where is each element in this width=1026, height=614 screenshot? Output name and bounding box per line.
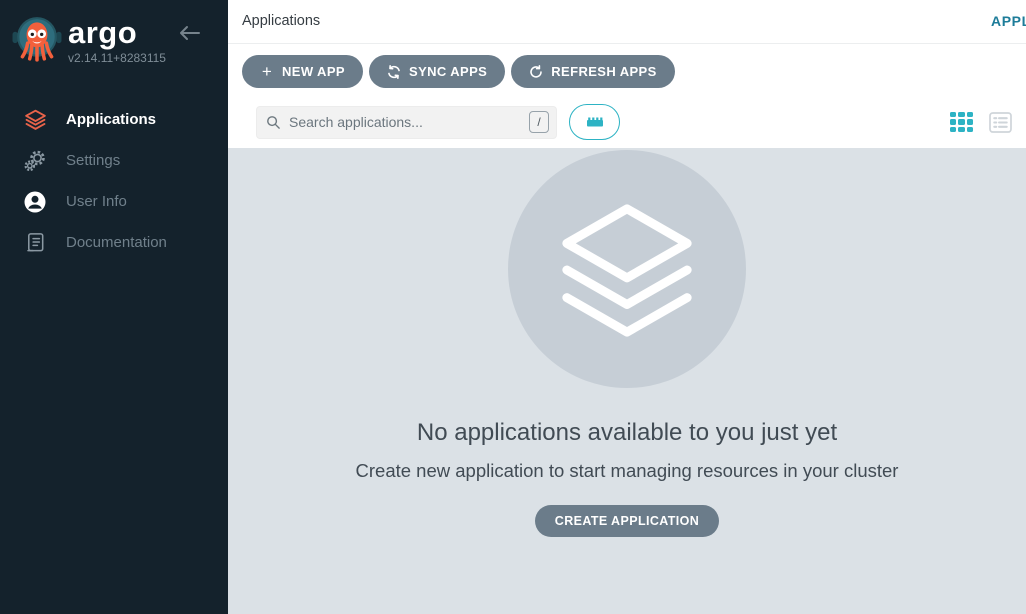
breadcrumb: Applications bbox=[242, 13, 320, 29]
slash-shortcut-badge: / bbox=[529, 111, 549, 133]
sidebar-item-user-info[interactable]: User Info bbox=[0, 181, 228, 222]
sync-apps-button[interactable]: SYNC APPS bbox=[369, 55, 505, 88]
sidebar-item-label: Applications bbox=[66, 111, 156, 128]
filter-toggle-button[interactable] bbox=[569, 104, 620, 140]
sidebar-item-applications[interactable]: Applications bbox=[0, 99, 228, 140]
sidebar: argo v2.14.11+8283115 Applications bbox=[0, 0, 228, 614]
sync-icon bbox=[387, 65, 401, 79]
search-input[interactable] bbox=[289, 114, 529, 130]
top-bar: Applications APPLICATIONS bbox=[228, 0, 1026, 44]
create-application-button[interactable]: CREATE APPLICATION bbox=[535, 505, 719, 537]
sidebar-item-documentation[interactable]: Documentation bbox=[0, 222, 228, 263]
sidebar-item-label: User Info bbox=[66, 193, 127, 210]
search-icon bbox=[266, 115, 281, 130]
logo-row: argo v2.14.11+8283115 bbox=[0, 0, 228, 65]
filter-icon bbox=[585, 116, 605, 128]
sidebar-item-label: Documentation bbox=[66, 234, 167, 251]
gears-icon bbox=[22, 149, 48, 173]
user-icon bbox=[22, 190, 48, 214]
main-content: Applications APPLICATIONS + NEW APP SYNC… bbox=[228, 0, 1026, 614]
view-toggles bbox=[950, 112, 1018, 133]
refresh-icon bbox=[529, 65, 543, 79]
collapse-sidebar-arrow-icon[interactable] bbox=[178, 24, 200, 42]
grid-view-icon[interactable] bbox=[950, 112, 973, 133]
sidebar-nav: Applications Settings User bbox=[0, 99, 228, 263]
layers-large-icon bbox=[548, 195, 706, 343]
version-label: v2.14.11+8283115 bbox=[68, 51, 166, 65]
search-row: / bbox=[228, 88, 1026, 148]
plus-icon: + bbox=[260, 65, 274, 78]
top-nav-applications-link[interactable]: APPLICATIONS bbox=[991, 13, 1026, 29]
new-app-button[interactable]: + NEW APP bbox=[242, 55, 363, 88]
list-view-icon[interactable] bbox=[989, 112, 1012, 133]
empty-state: No applications available to you just ye… bbox=[228, 148, 1026, 614]
brand-name: argo bbox=[68, 16, 166, 50]
empty-state-subtitle: Create new application to start managing… bbox=[356, 460, 899, 482]
refresh-apps-button[interactable]: REFRESH APPS bbox=[511, 55, 674, 88]
toolbar: + NEW APP SYNC APPS REFRESH APPS bbox=[228, 44, 1026, 88]
sidebar-item-label: Settings bbox=[66, 152, 120, 169]
empty-state-circle bbox=[508, 150, 746, 388]
layers-icon bbox=[22, 108, 48, 132]
book-icon bbox=[22, 231, 48, 255]
search-box: / bbox=[256, 106, 557, 139]
argo-octopus-logo bbox=[12, 14, 62, 64]
sidebar-item-settings[interactable]: Settings bbox=[0, 140, 228, 181]
empty-state-title: No applications available to you just ye… bbox=[417, 419, 837, 447]
